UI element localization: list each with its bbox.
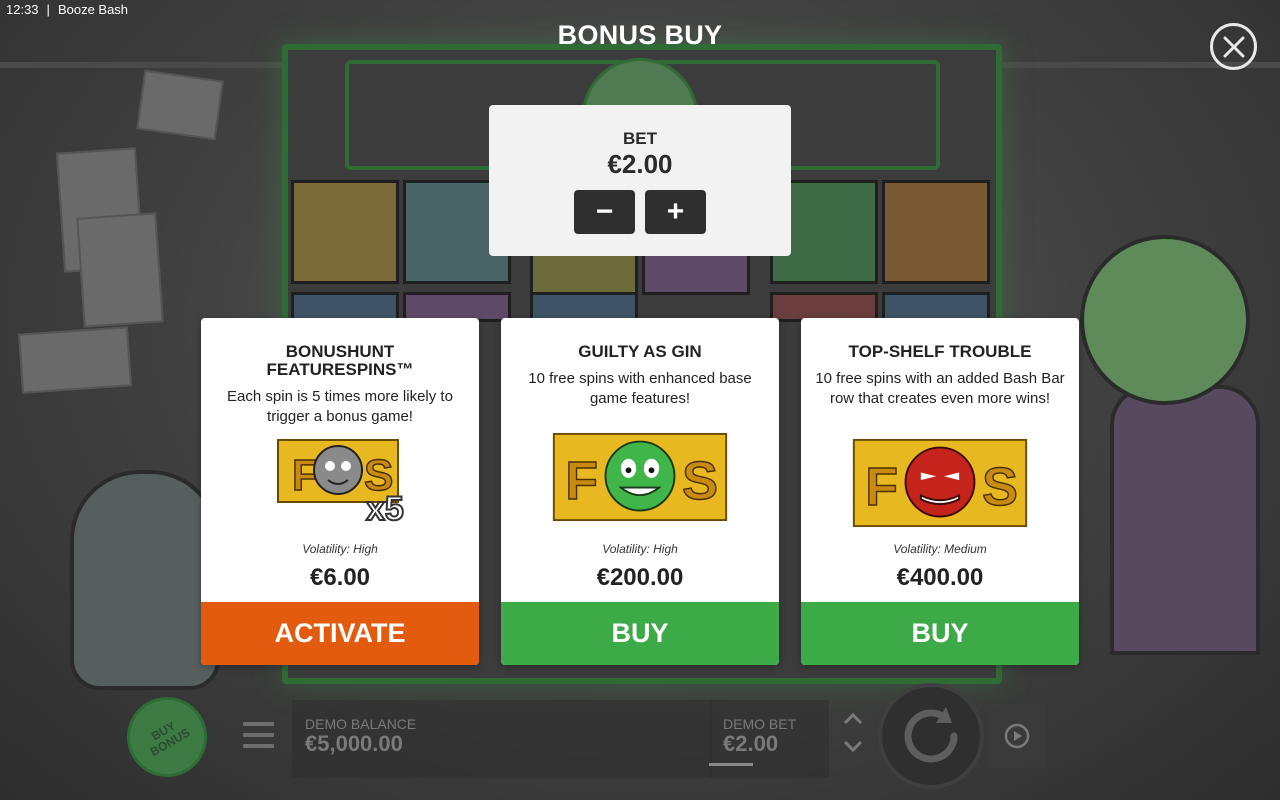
bonus-card-bonushunt: BONUSHUNT FEATURESPINS™ Each spin is 5 t… [201, 318, 479, 665]
balance-value: €5,000.00 [305, 731, 403, 756]
chevron-up-icon[interactable] [841, 709, 865, 729]
bet-panel: BET €2.00 − + [489, 105, 791, 256]
buy-button[interactable]: BUY [501, 602, 779, 665]
card-title: BONUSHUNT FEATURESPINS™ [266, 342, 414, 379]
spin-icon [904, 707, 958, 763]
card-title: GUILTY AS GIN [578, 342, 702, 361]
bet-stepper: − + [489, 190, 791, 234]
decrease-bet-button[interactable]: − [574, 190, 635, 234]
bet-arrows[interactable] [838, 709, 868, 761]
reel-symbol [882, 180, 990, 284]
card-price: €400.00 [896, 564, 984, 591]
svg-text:S: S [982, 457, 1018, 517]
autoplay-button[interactable] [988, 704, 1046, 768]
buy-bonus-label: BUY BONUS [147, 718, 193, 760]
devil-mascot [1080, 235, 1260, 655]
card-price: €200.00 [596, 564, 684, 591]
close-icon [1223, 36, 1244, 57]
fs-x5-icon: F S x5 [277, 439, 405, 526]
status-bar: 12:33 | Booze Bash [6, 2, 136, 17]
card-description: 10 free spins with enhanced base game fe… [528, 370, 752, 407]
svg-text:S: S [682, 451, 718, 511]
app-name: Booze Bash [57, 2, 129, 17]
wall-poster [76, 212, 164, 328]
card-description: Each spin is 5 times more likely to trig… [227, 388, 453, 425]
increase-bet-button[interactable]: + [645, 190, 706, 234]
chevron-down-icon[interactable] [841, 736, 865, 756]
bonus-card-top-shelf-trouble: TOP-SHELF TROUBLE 10 free spins with an … [801, 318, 1079, 665]
wall-poster [136, 69, 224, 141]
svg-text:F: F [565, 451, 598, 511]
card-price: €6.00 [309, 564, 371, 591]
fs-green-devil-icon: F S [552, 432, 728, 522]
menu-icon[interactable] [243, 722, 274, 748]
balance-label: DEMO BALANCE [305, 716, 417, 732]
volatility-label: Volatility: High [602, 542, 678, 556]
separator: | [46, 2, 50, 17]
bet-value: €2.00 [607, 149, 673, 179]
card-title: TOP-SHELF TROUBLE [848, 342, 1032, 361]
volatility-label: Volatility: Medium [893, 542, 987, 556]
bet-label-bottom: DEMO BET [723, 716, 797, 732]
bet-underline [709, 763, 753, 766]
bonus-card-guilty-as-gin: GUILTY AS GIN 10 free spins with enhance… [501, 318, 779, 665]
activate-button[interactable]: ACTIVATE [201, 602, 479, 665]
volatility-label: Volatility: High [302, 542, 378, 556]
clock: 12:33 [6, 2, 39, 17]
close-button[interactable] [1210, 23, 1257, 70]
svg-text:F: F [865, 457, 898, 517]
autoplay-icon [1004, 723, 1030, 749]
reel-symbol [291, 180, 399, 284]
card-description: 10 free spins with an added Bash Bar row… [815, 370, 1065, 407]
wall-poster [18, 326, 132, 394]
spin-button[interactable] [878, 683, 984, 789]
fs-red-devil-icon: F S [852, 438, 1028, 528]
mascot-head [1080, 235, 1250, 405]
page-title: BONUS BUY [557, 20, 723, 50]
bet-value-bottom: €2.00 [723, 731, 779, 756]
buy-button[interactable]: BUY [801, 602, 1079, 665]
bet-label: BET [623, 129, 657, 148]
multiplier-badge: x5 [366, 490, 404, 526]
lime-glass-character [70, 470, 220, 690]
mascot-body [1110, 385, 1260, 655]
